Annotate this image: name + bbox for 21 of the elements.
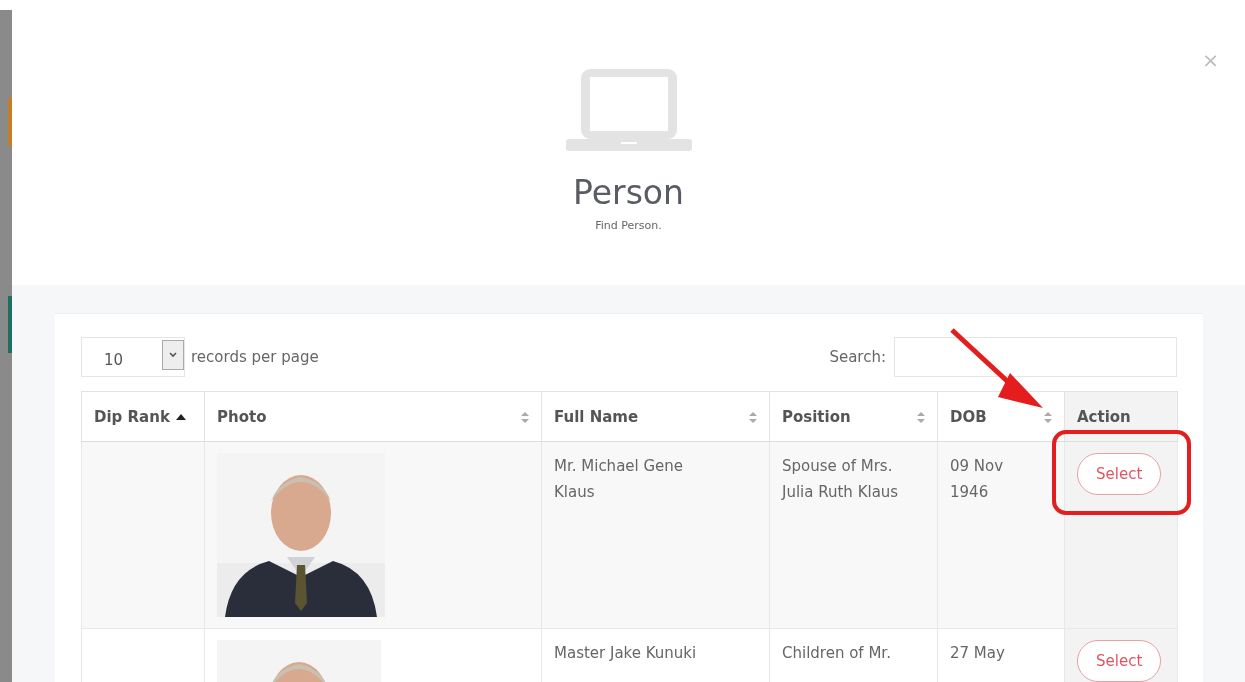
date-text: 27 May	[950, 643, 1005, 664]
select-button[interactable]: Select	[1077, 453, 1162, 495]
dialog-title: Person	[573, 173, 684, 213]
search-label: Search:	[829, 348, 886, 366]
column-header[interactable]: Position	[769, 391, 938, 442]
select-button[interactable]: Select	[1077, 640, 1162, 682]
dialog-subtitle: Find Person.	[595, 219, 662, 232]
name-text: Mr. Michael Gene Klaus	[554, 456, 685, 503]
column-header[interactable]: Dip Rank	[81, 391, 205, 442]
search-field[interactable]	[894, 337, 1177, 377]
column-header[interactable]: Photo	[204, 391, 542, 442]
column-header: Action	[1064, 391, 1178, 442]
position-text: Spouse of Mrs. Julia Ruth Klaus	[782, 456, 900, 503]
column-header[interactable]: Full Name	[541, 391, 770, 442]
laptop-icon	[565, 67, 692, 151]
position-text: Children of Mr.	[782, 643, 891, 664]
caret-icon	[162, 340, 184, 370]
name-text: Master Jake Kunuki	[554, 643, 697, 664]
page-length-select[interactable]: 10	[81, 337, 185, 377]
page-length-label: records per page	[191, 348, 319, 366]
date-text: 09 Nov 1946	[950, 456, 1005, 503]
